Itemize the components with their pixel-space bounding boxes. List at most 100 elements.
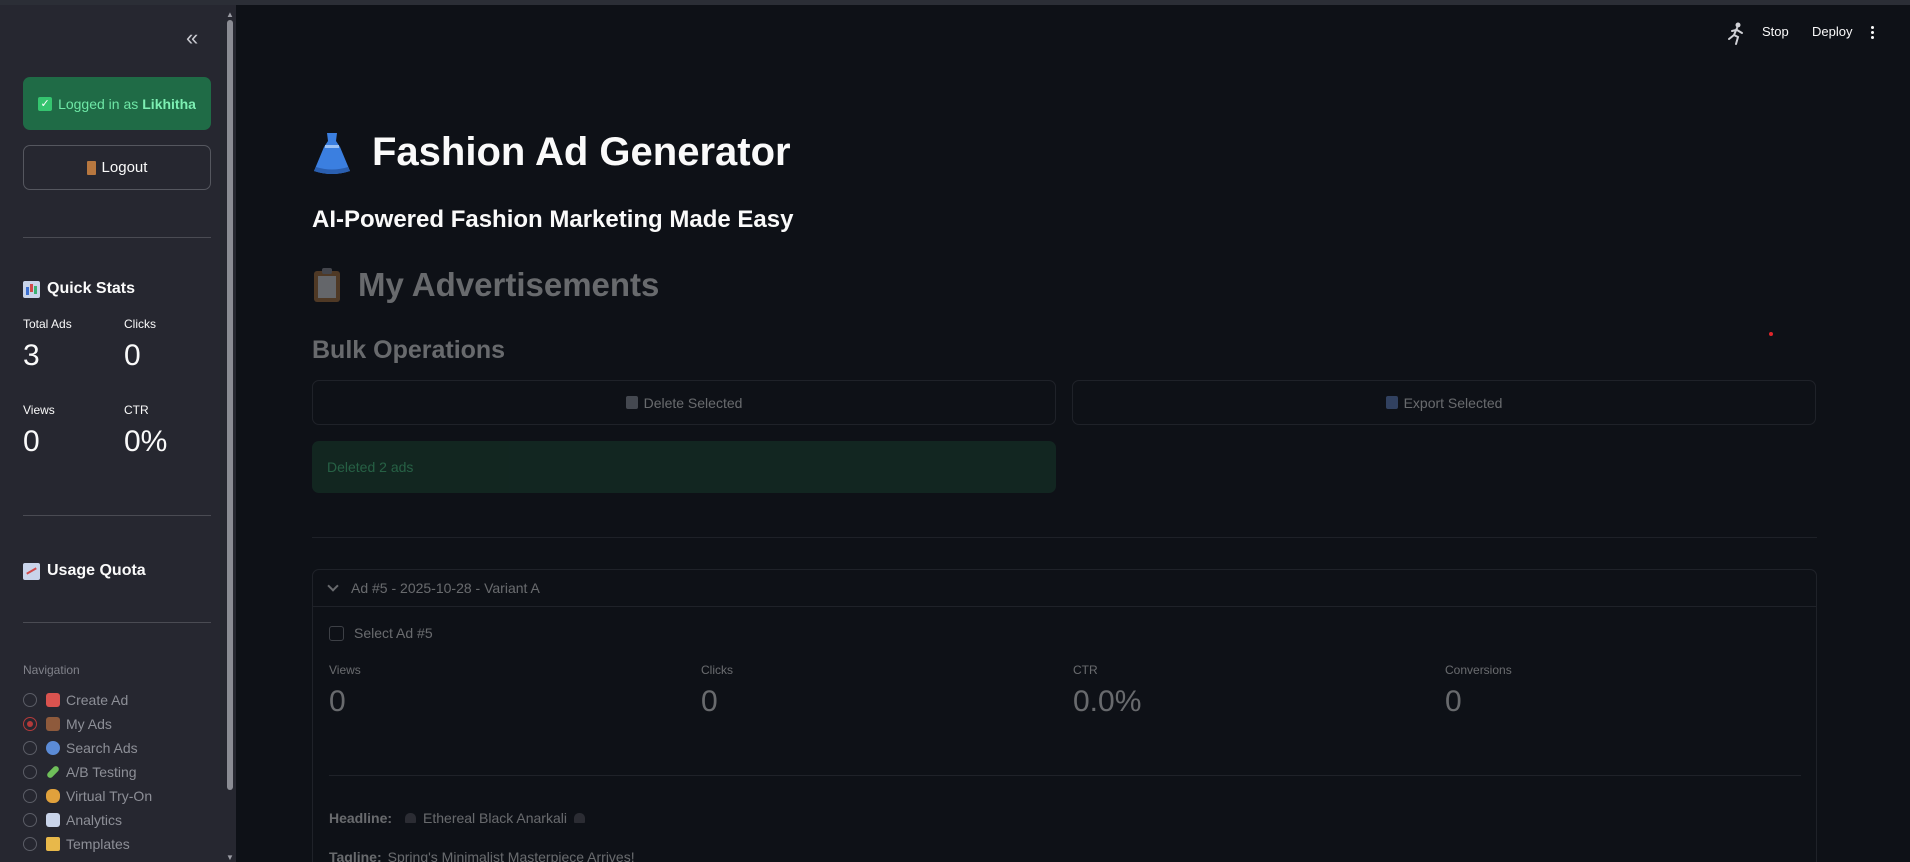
metric-value: 3 xyxy=(23,339,40,372)
section-title: My Advertisements xyxy=(312,266,659,304)
outbox-icon xyxy=(1385,396,1398,409)
status-dot xyxy=(1769,332,1773,336)
double-chevron-left-icon[interactable]: « xyxy=(186,27,198,49)
scroll-down-arrow-icon[interactable]: ▼ xyxy=(226,853,234,862)
navigation-label: Navigation xyxy=(23,663,80,677)
scrollbar-thumb[interactable] xyxy=(227,20,233,790)
logout-button[interactable]: Logout xyxy=(23,145,211,190)
nav-item-label: My Ads xyxy=(66,716,112,732)
metric-ctr: CTR 0% xyxy=(124,403,167,459)
metric-value: 0 xyxy=(23,425,40,458)
checkbox[interactable] xyxy=(329,625,344,641)
ad-tagline: Tagline: Spring's Minimalist Masterpiece… xyxy=(329,849,635,862)
black-heart-icon xyxy=(405,813,417,823)
chevron-down-icon xyxy=(327,580,339,592)
delete-selected-label: Delete Selected xyxy=(643,394,743,411)
ad-expander: Ad #5 - 2025-10-28 - Variant A Select Ad… xyxy=(312,569,1817,862)
divider xyxy=(23,237,211,238)
stop-button[interactable]: Stop xyxy=(1762,24,1789,39)
folder-icon xyxy=(46,837,60,851)
metric-value: 0 xyxy=(329,685,346,718)
check-icon: ✓ xyxy=(38,96,53,111)
metric-clicks: Clicks 0 xyxy=(124,317,156,373)
usage-quota-label: Usage Quota xyxy=(47,562,146,579)
magnifier-icon xyxy=(46,741,60,755)
select-ad-checkbox[interactable]: Select Ad #5 xyxy=(329,625,433,641)
tagline-value: Spring's Minimalist Masterpiece Arrives! xyxy=(387,849,635,862)
radio-button[interactable] xyxy=(23,837,37,851)
radio-button[interactable] xyxy=(23,741,37,755)
nav-item-label: A/B Testing xyxy=(66,764,137,780)
nav-item-search-ads[interactable]: Search Ads xyxy=(23,736,152,760)
running-man-icon xyxy=(1728,22,1743,45)
quick-stats-title: Quick Stats xyxy=(23,280,135,298)
metric-label: Clicks xyxy=(124,317,156,331)
divider xyxy=(23,515,211,516)
page-title: Fashion Ad Generator xyxy=(312,130,791,175)
quick-stats-label: Quick Stats xyxy=(47,280,136,297)
section-title-text: My Advertisements xyxy=(358,266,660,303)
nav-item-label: Templates xyxy=(66,836,130,852)
bar-chart-icon xyxy=(23,280,40,298)
logout-label: Logout xyxy=(101,159,148,176)
metric-label: Clicks xyxy=(701,663,733,677)
deploy-button[interactable]: Deploy xyxy=(1812,24,1852,39)
metric-label: Views xyxy=(329,663,361,677)
nav-item-label: Search Ads xyxy=(66,740,138,756)
divider xyxy=(312,537,1817,538)
login-username: Likhitha xyxy=(142,95,196,112)
export-selected-button[interactable]: Export Selected xyxy=(1072,380,1816,425)
headline-value: Ethereal Black Anarkali xyxy=(423,810,567,826)
sidebar: « ✓ Logged in as Likhitha Logout Quick S… xyxy=(0,5,236,862)
metric-value: 0 xyxy=(124,339,141,372)
test-tube-icon xyxy=(45,764,61,780)
more-menu-icon[interactable] xyxy=(1871,26,1875,41)
nav-item-create-ad[interactable]: Create Ad xyxy=(23,688,152,712)
dress-icon xyxy=(314,132,350,174)
clipboard-icon xyxy=(314,268,340,302)
metric-label: Total Ads xyxy=(23,317,72,331)
nav-item-templates[interactable]: Templates xyxy=(23,832,152,856)
metric-value: 0% xyxy=(124,425,168,458)
radio-button-selected[interactable] xyxy=(23,717,37,731)
select-ad-label: Select Ad #5 xyxy=(354,625,433,641)
metric-value: 0 xyxy=(701,685,718,718)
headline-label: Headline: xyxy=(329,810,393,826)
radio-button[interactable] xyxy=(23,765,37,779)
divider xyxy=(23,622,211,623)
tagline-label: Tagline: xyxy=(329,849,382,862)
bulk-operations-title: Bulk Operations xyxy=(312,336,506,364)
black-heart-icon xyxy=(573,813,585,823)
scroll-up-arrow-icon[interactable]: ▲ xyxy=(226,10,234,19)
metric-label: Views xyxy=(23,403,55,417)
navigation-radio-group: Create Ad My Ads Search Ads A/B Testing … xyxy=(23,688,152,856)
nav-item-my-ads[interactable]: My Ads xyxy=(23,712,152,736)
sidebar-scrollbar[interactable]: ▲ ▼ xyxy=(225,10,235,862)
ad-metric-views: Views 0 xyxy=(329,663,361,719)
ad-metric-clicks: Clicks 0 xyxy=(701,663,733,719)
ad-metric-ctr: CTR 0.0% xyxy=(1073,663,1141,719)
metric-value: 0.0% xyxy=(1073,685,1142,718)
ad-expander-title: Ad #5 - 2025-10-28 - Variant A xyxy=(351,580,540,596)
metric-views: Views 0 xyxy=(23,403,55,459)
nav-item-analytics[interactable]: Analytics xyxy=(23,808,152,832)
ad-headline: Headline: Ethereal Black Anarkali xyxy=(329,810,592,826)
door-icon xyxy=(86,160,96,175)
nav-item-label: Analytics xyxy=(66,812,123,828)
nav-item-virtual-try-on[interactable]: Virtual Try-On xyxy=(23,784,152,808)
ad-expander-header[interactable]: Ad #5 - 2025-10-28 - Variant A xyxy=(313,570,1816,607)
metric-total-ads: Total Ads 3 xyxy=(23,317,72,373)
radio-button[interactable] xyxy=(23,789,37,803)
hand-icon xyxy=(46,789,60,803)
delete-selected-button[interactable]: Delete Selected xyxy=(312,380,1056,425)
metric-label: CTR xyxy=(124,403,149,417)
radio-button[interactable] xyxy=(23,693,37,707)
divider xyxy=(329,775,1801,776)
metric-value: 0 xyxy=(1445,685,1462,718)
nav-item-label: Create Ad xyxy=(66,692,129,708)
nav-item-ab-testing[interactable]: A/B Testing xyxy=(23,760,152,784)
radio-button[interactable] xyxy=(23,813,37,827)
page-subtitle: AI-Powered Fashion Marketing Made Easy xyxy=(312,206,794,233)
usage-quota-title: Usage Quota xyxy=(23,562,146,580)
bar-chart-icon xyxy=(46,813,60,827)
